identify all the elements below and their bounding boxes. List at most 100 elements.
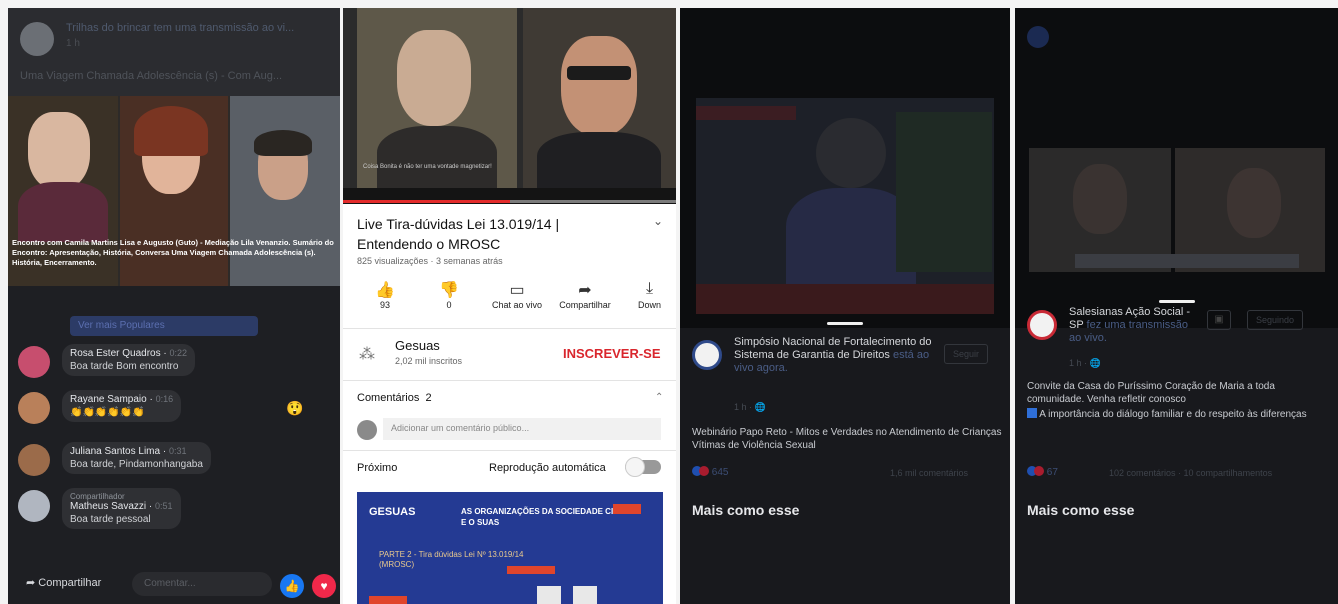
add-comment-input[interactable]: Adicionar um comentário público... — [383, 418, 661, 440]
popular-comments-button[interactable]: Ver mais Populares — [70, 316, 258, 336]
speaker-2-camera — [523, 8, 676, 192]
share-icon: ➦ — [26, 577, 36, 589]
love-icon — [699, 466, 709, 476]
comment-time: 0:51 — [155, 501, 173, 511]
autoplay-toggle[interactable] — [625, 457, 661, 477]
download-button[interactable]: ⤓ Down — [623, 280, 676, 310]
share-button[interactable]: ➦ Compartilhar — [26, 576, 101, 589]
post-bullet: A importância do diálogo familiar e do r… — [1027, 408, 1327, 421]
post-time: 1 h · 🌐 — [1069, 358, 1101, 368]
video-caption: Encontro com Camila Martins Lisa e Augus… — [12, 238, 334, 267]
page-name[interactable]: Simpósio Nacional de Fortalecimento do S… — [734, 336, 934, 375]
comment-text: 👏👏👏👏👏👏 — [70, 407, 145, 418]
post-description: Webinário Papo Reto - Mitos e Verdades n… — [692, 427, 1002, 451]
autoplay-label: Reprodução automática — [489, 462, 606, 474]
post-title[interactable]: Trilhas do brincar tem uma transmissão a… — [66, 22, 336, 34]
engagement-stats[interactable]: 102 comentários · 10 compartilhamentos — [1109, 468, 1272, 478]
post-time: 1 h · 🌐 — [734, 402, 766, 412]
video-progress-fill — [343, 200, 510, 203]
comment-text: Boa tarde pessoal — [70, 514, 151, 525]
follow-button[interactable]: Seguir — [944, 344, 989, 364]
more-like-this-heading: Mais como esse — [1027, 502, 1135, 518]
video-meta: 825 visualizações · 3 semanas atrás — [357, 256, 503, 266]
page-avatar[interactable] — [1027, 310, 1057, 340]
comment-count: 2 — [425, 392, 432, 404]
action-bar: ➦ Compartilhar Comentar... 👍 ♥ — [8, 568, 340, 604]
wow-emoji-icon: 😲 — [286, 400, 304, 416]
camera-caption: Coisa Bonita é não ter uma vontade magne… — [363, 164, 492, 170]
comment-time: 0:31 — [168, 446, 187, 456]
share-button[interactable]: ➦ Compartilhar — [549, 280, 621, 310]
love-reaction-icon[interactable]: ♥ — [312, 574, 336, 598]
video-player[interactable] — [680, 8, 1010, 328]
live-video[interactable]: Encontro com Camila Martins Lisa e Augus… — [8, 96, 340, 286]
post-description: Convite da Casa do Puríssimo Coração de … — [1027, 381, 1275, 405]
comment-item: Rosa Ester Quadros · 0:22 Boa tarde Bom … — [18, 342, 338, 386]
avatar[interactable] — [18, 392, 50, 424]
following-button[interactable]: Seguindo — [1247, 310, 1304, 330]
comment-author[interactable]: Matheus Savazzi — [70, 501, 146, 512]
video-progress[interactable] — [343, 200, 676, 203]
comment-item: Compartilhador Matheus Savazzi · 0:51 Bo… — [18, 486, 338, 542]
facebook-video-panel: Salesianas Ação Social - SP fez uma tran… — [1015, 8, 1338, 604]
video-player[interactable] — [1015, 8, 1338, 328]
chevron-down-icon[interactable]: ⌄ — [653, 214, 663, 228]
facebook-video-panel: Simpósio Nacional de Fortalecimento do S… — [680, 8, 1010, 604]
like-reaction-icon[interactable]: 👍 — [280, 574, 304, 598]
thumbnail-headline: AS ORGANIZAÇÕES DA SOCIEDADE CIVIL E O S… — [461, 507, 626, 527]
youtube-panel: Coisa Bonita é não ter uma vontade magne… — [343, 8, 676, 604]
facebook-live-panel: Trilhas do brincar tem uma transmissão a… — [8, 8, 340, 604]
video-player[interactable]: Coisa Bonita é não ter uma vontade magne… — [343, 8, 676, 204]
thumbnail-photo — [573, 586, 597, 604]
next-video-thumbnail[interactable]: GESUAS AS ORGANIZAÇÕES DA SOCIEDADE CIVI… — [357, 492, 663, 604]
page-name[interactable]: Salesianas Ação Social - SP fez uma tran… — [1069, 306, 1199, 345]
download-icon: ⤓ — [645, 280, 654, 297]
channel-name[interactable]: Gesuas — [395, 338, 440, 353]
drag-handle[interactable] — [827, 322, 863, 325]
comment-count[interactable]: 1,6 mil comentários — [890, 468, 968, 478]
page-icon[interactable]: ▣ — [1207, 310, 1231, 330]
comment-text: Boa tarde Bom encontro — [70, 361, 179, 372]
dislike-button[interactable]: 👎 0 — [413, 280, 485, 310]
arrow-icon — [1027, 408, 1037, 418]
comments-header[interactable]: Comentários 2 — [357, 392, 432, 404]
love-icon — [1034, 466, 1044, 476]
comment-author[interactable]: Juliana Santos Lima — [70, 446, 160, 457]
comment-author[interactable]: Rayane Sampaio — [70, 394, 147, 405]
comment-item: Rayane Sampaio · 0:16 👏👏👏👏👏👏 😲 — [18, 388, 338, 432]
channel-logo-icon[interactable]: ⁂ — [359, 344, 375, 364]
live-chat-button[interactable]: ▭ Chat ao vivo — [481, 280, 553, 310]
post-header: Trilhas do brincar tem uma transmissão a… — [8, 8, 340, 96]
expand-icon[interactable]: ⌃ — [655, 392, 663, 403]
video-subtitle: Uma Viagem Chamada Adolescência (s) - Co… — [20, 70, 283, 82]
comment-text: Boa tarde, Pindamonhangaba — [70, 459, 203, 470]
comment-time: 0:16 — [155, 394, 174, 404]
participant-1 — [28, 112, 90, 190]
subscribe-button[interactable]: INSCREVER-SE — [563, 346, 661, 361]
avatar — [357, 420, 377, 440]
thumbnail-photo — [537, 586, 561, 604]
chat-icon: ▭ — [509, 282, 525, 299]
live-status: fez uma transmissão ao vivo. — [1069, 319, 1189, 344]
thumbs-up-icon: 👍 — [375, 282, 395, 299]
thumbs-down-icon: 👎 — [439, 282, 459, 299]
like-button[interactable]: 👍 93 — [349, 280, 421, 310]
sharer-badge: Compartilhador — [70, 492, 125, 501]
avatar[interactable] — [18, 444, 50, 476]
thumbnail-brand: GESUAS — [369, 506, 416, 518]
avatar[interactable] — [18, 346, 50, 378]
more-like-this-heading: Mais como esse — [692, 502, 800, 518]
drag-handle[interactable] — [1159, 300, 1195, 303]
avatar[interactable] — [18, 490, 50, 522]
share-label: Compartilhar — [38, 577, 102, 589]
comment-author[interactable]: Rosa Ester Quadros — [70, 348, 161, 359]
reactions[interactable]: 645 — [692, 466, 728, 478]
reactions[interactable]: 67 — [1027, 466, 1058, 478]
up-next-label: Próximo — [357, 462, 398, 474]
post-time: 1 h — [66, 38, 80, 49]
page-avatar[interactable] — [692, 340, 722, 370]
share-icon: ➦ — [578, 282, 592, 299]
channel-logo-icon — [1027, 26, 1049, 48]
page-avatar[interactable] — [20, 22, 54, 56]
comment-input[interactable]: Comentar... — [132, 572, 272, 596]
